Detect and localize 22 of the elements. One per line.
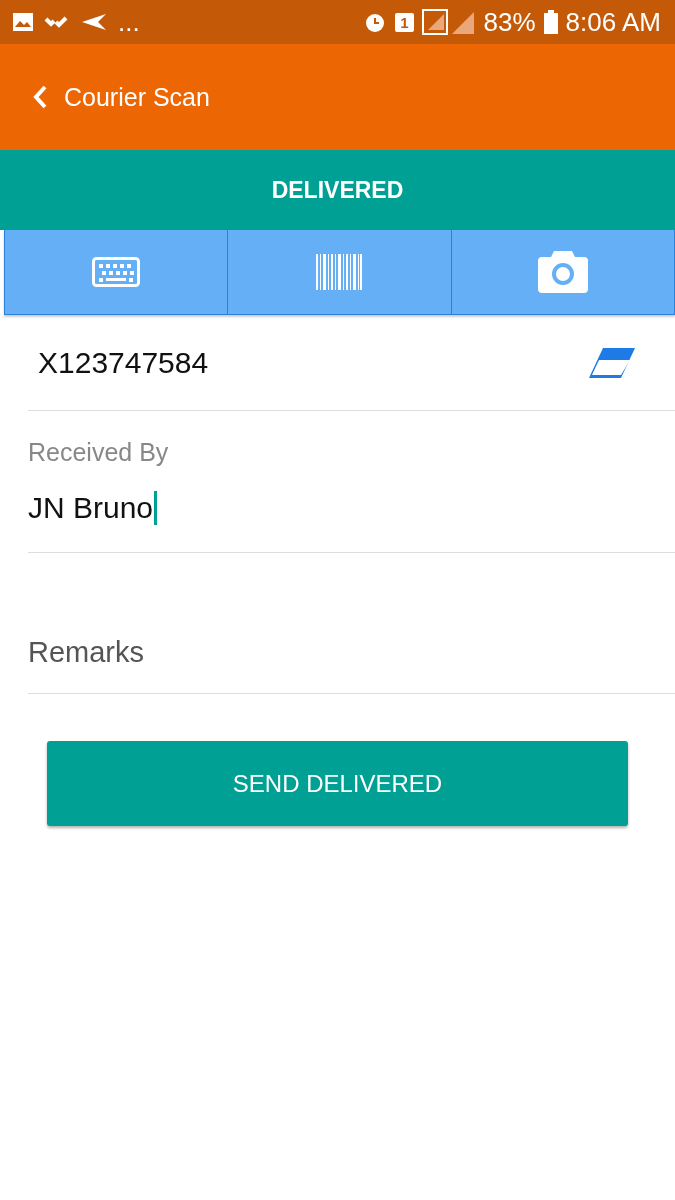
camera-mode-tab[interactable]	[451, 230, 675, 315]
keyboard-icon	[92, 257, 141, 287]
battery-percent: 83%	[483, 6, 536, 38]
remarks-field[interactable]: Remarks	[28, 636, 144, 669]
back-icon[interactable]	[32, 84, 48, 110]
keyboard-mode-tab[interactable]	[4, 230, 229, 315]
app-title: Courier Scan	[64, 82, 210, 112]
check-marks-icon	[44, 15, 70, 29]
status-header: DELIVERED	[0, 150, 675, 230]
image-icon	[12, 12, 34, 32]
eraser-icon[interactable]	[587, 345, 637, 380]
battery-icon	[543, 10, 558, 34]
more-notifications: ...	[118, 6, 140, 38]
sim-indicator: 1	[395, 12, 414, 32]
camera-icon	[537, 251, 588, 293]
signal-icon	[421, 9, 476, 35]
barcode-icon	[316, 254, 363, 290]
barcode-mode-tab[interactable]	[228, 230, 452, 315]
tracking-number-field[interactable]: X123747584	[38, 345, 209, 380]
received-by-label: Received By	[28, 438, 170, 467]
received-by-field[interactable]: JN Bruno	[28, 491, 675, 525]
clock: 8:06 AM	[565, 6, 661, 38]
